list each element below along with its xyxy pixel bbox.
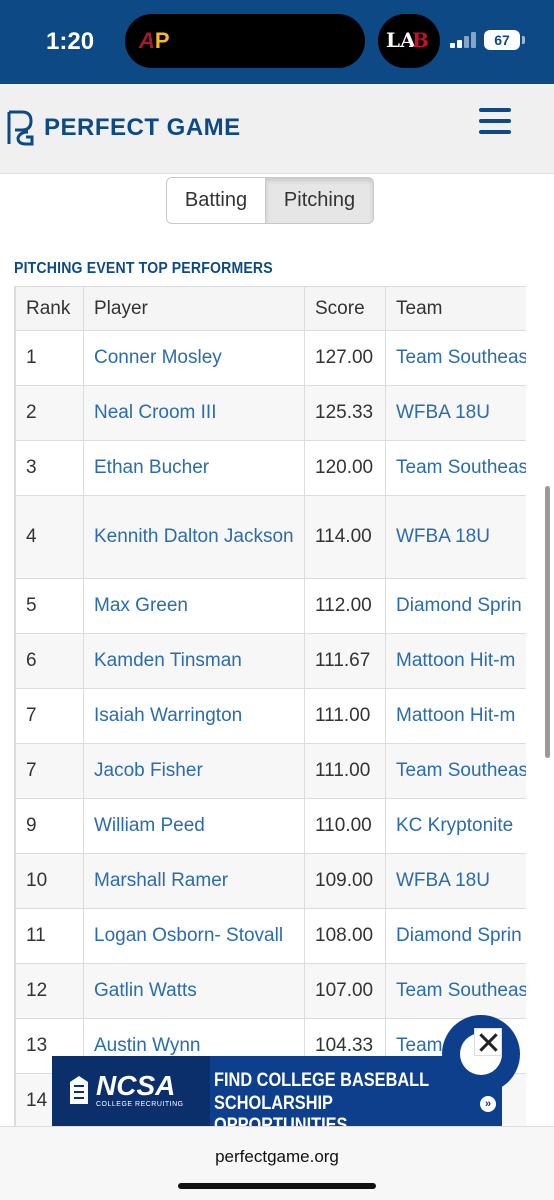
page-scrollbar[interactable]	[545, 486, 550, 758]
score-cell: 111.00	[304, 743, 386, 799]
score-cell: 125.33	[304, 385, 386, 441]
table-row: 6 Kamden Tinsman 111.67 Mattoon Hit-m	[15, 633, 526, 689]
team-link[interactable]: WFBA 18U	[385, 495, 526, 579]
top-performers-table: Rank Player Score Team 1 Conner Mosley 1…	[15, 286, 526, 1126]
perfect-game-logo-icon[interactable]	[6, 108, 34, 146]
team-link[interactable]: Diamond Sprin	[385, 908, 526, 964]
table-row: 9 William Peed 110.00 KC Kryptonite	[15, 798, 526, 854]
table-row: 12 Gatlin Watts 107.00 Team Southeas	[15, 963, 526, 1019]
score-cell: 111.67	[304, 633, 386, 689]
status-time: 1:20	[46, 28, 95, 55]
score-cell: 120.00	[304, 440, 386, 496]
browser-address-bar: perfectgame.org	[0, 1126, 554, 1200]
score-cell: 107.00	[304, 963, 386, 1019]
rank-cell: 1	[15, 330, 84, 386]
column-header-score[interactable]: Score	[304, 286, 386, 331]
rank-cell: 7	[15, 688, 84, 744]
ad-headline-1: FIND COLLEGE BASEBALL	[214, 1070, 430, 1091]
team-link[interactable]: Mattoon Hit-m	[385, 688, 526, 744]
column-header-rank[interactable]: Rank	[15, 286, 84, 331]
team-link[interactable]: WFBA 18U	[385, 853, 526, 909]
cellular-signal-icon	[450, 32, 476, 48]
rank-cell: 4	[15, 495, 84, 579]
top-performers-table-container[interactable]: Rank Player Score Team 1 Conner Mosley 1…	[14, 286, 526, 1126]
team-link[interactable]: Team Southeas	[385, 330, 526, 386]
score-cell: 112.00	[304, 578, 386, 634]
battery-icon: 67	[484, 30, 525, 50]
player-link[interactable]: Kennith Dalton Jackson	[83, 495, 305, 579]
player-link[interactable]: Isaiah Warrington	[83, 688, 305, 744]
dynamic-island-live-activity-right[interactable]: LA B	[378, 14, 440, 68]
score-cell: 127.00	[304, 330, 386, 386]
ncsa-ad-banner[interactable]: NCSA COLLEGE RECRUITING FIND COLLEGE BAS…	[52, 1056, 502, 1136]
player-link[interactable]: Max Green	[83, 578, 305, 634]
close-icon[interactable]	[474, 1028, 502, 1056]
rank-cell: 11	[15, 908, 84, 964]
stat-type-toggle: Batting Pitching	[166, 177, 374, 224]
player-link[interactable]: Logan Osborn- Stovall	[83, 908, 305, 964]
rank-cell: 12	[15, 963, 84, 1019]
table-row: 7 Isaiah Warrington 111.00 Mattoon Hit-m	[15, 688, 526, 744]
section-title: PITCHING EVENT TOP PERFORMERS	[14, 260, 273, 277]
team-link[interactable]: KC Kryptonite	[385, 798, 526, 854]
score-cell: 110.00	[304, 798, 386, 854]
player-link[interactable]: Jacob Fisher	[83, 743, 305, 799]
brand-name[interactable]: PERFECT GAME	[44, 114, 241, 142]
ncsa-logo: NCSA COLLEGE RECRUITING	[52, 1056, 210, 1126]
rank-cell: 2	[15, 385, 84, 441]
url-text[interactable]: perfectgame.org	[0, 1147, 554, 1167]
player-link[interactable]: William Peed	[83, 798, 305, 854]
table-row: 7 Jacob Fisher 111.00 Team Southeas	[15, 743, 526, 799]
player-link[interactable]: Kamden Tinsman	[83, 633, 305, 689]
pitching-tab[interactable]: Pitching	[266, 177, 374, 224]
column-header-player[interactable]: Player	[83, 286, 305, 331]
rank-cell: 7	[15, 743, 84, 799]
live-score-teams: AP	[139, 28, 170, 54]
table-row: 1 Conner Mosley 127.00 Team Southeas	[15, 330, 526, 386]
ad-arrow-icon[interactable]: »	[480, 1096, 496, 1112]
score-cell: 111.00	[304, 688, 386, 744]
table-row: 2 Neal Croom III 125.33 WFBA 18U	[15, 385, 526, 441]
rank-cell: 3	[15, 440, 84, 496]
team-link[interactable]: Team Southeas	[385, 963, 526, 1019]
dynamic-island-live-activity[interactable]: AP	[125, 14, 365, 68]
column-header-team[interactable]: Team	[385, 286, 526, 331]
player-link[interactable]: Gatlin Watts	[83, 963, 305, 1019]
table-header-row: Rank Player Score Team	[15, 286, 526, 331]
site-header: PERFECT GAME	[0, 84, 554, 174]
home-indicator[interactable]	[178, 1183, 376, 1189]
table-row: 5 Max Green 112.00 Diamond Sprin	[15, 578, 526, 634]
table-row: 11 Logan Osborn- Stovall 108.00 Diamond …	[15, 908, 526, 964]
team-link[interactable]: Diamond Sprin	[385, 578, 526, 634]
team-link[interactable]: Team Southeas	[385, 440, 526, 496]
player-link[interactable]: Ethan Bucher	[83, 440, 305, 496]
rank-cell: 10	[15, 853, 84, 909]
team-link[interactable]: Team Southeas	[385, 743, 526, 799]
score-cell: 114.00	[304, 495, 386, 579]
rank-cell: 6	[15, 633, 84, 689]
team-link[interactable]: Mattoon Hit-m	[385, 633, 526, 689]
player-link[interactable]: Conner Mosley	[83, 330, 305, 386]
table-row: 10 Marshall Ramer 109.00 WFBA 18U	[15, 853, 526, 909]
status-bar: 1:20 AP LA B 67	[0, 0, 554, 84]
player-link[interactable]: Neal Croom III	[83, 385, 305, 441]
score-cell: 109.00	[304, 853, 386, 909]
rank-cell: 5	[15, 578, 84, 634]
team-logo-red-sox: B	[412, 28, 429, 52]
team-link[interactable]: WFBA 18U	[385, 385, 526, 441]
rank-cell: 9	[15, 798, 84, 854]
table-row: 4 Kennith Dalton Jackson 114.00 WFBA 18U	[15, 495, 526, 579]
hamburger-menu-icon[interactable]	[476, 106, 516, 138]
ncsa-shield-icon	[70, 1076, 88, 1104]
score-cell: 108.00	[304, 908, 386, 964]
batting-tab[interactable]: Batting	[166, 177, 266, 224]
player-link[interactable]: Marshall Ramer	[83, 853, 305, 909]
team-logo-pirates: P	[154, 28, 170, 53]
ncsa-brand: NCSA	[96, 1070, 176, 1101]
table-row: 3 Ethan Bucher 120.00 Team Southeas	[15, 440, 526, 496]
team-logo-diamondbacks: A	[139, 28, 155, 53]
ncsa-subtitle: COLLEGE RECRUITING	[96, 1101, 184, 1108]
